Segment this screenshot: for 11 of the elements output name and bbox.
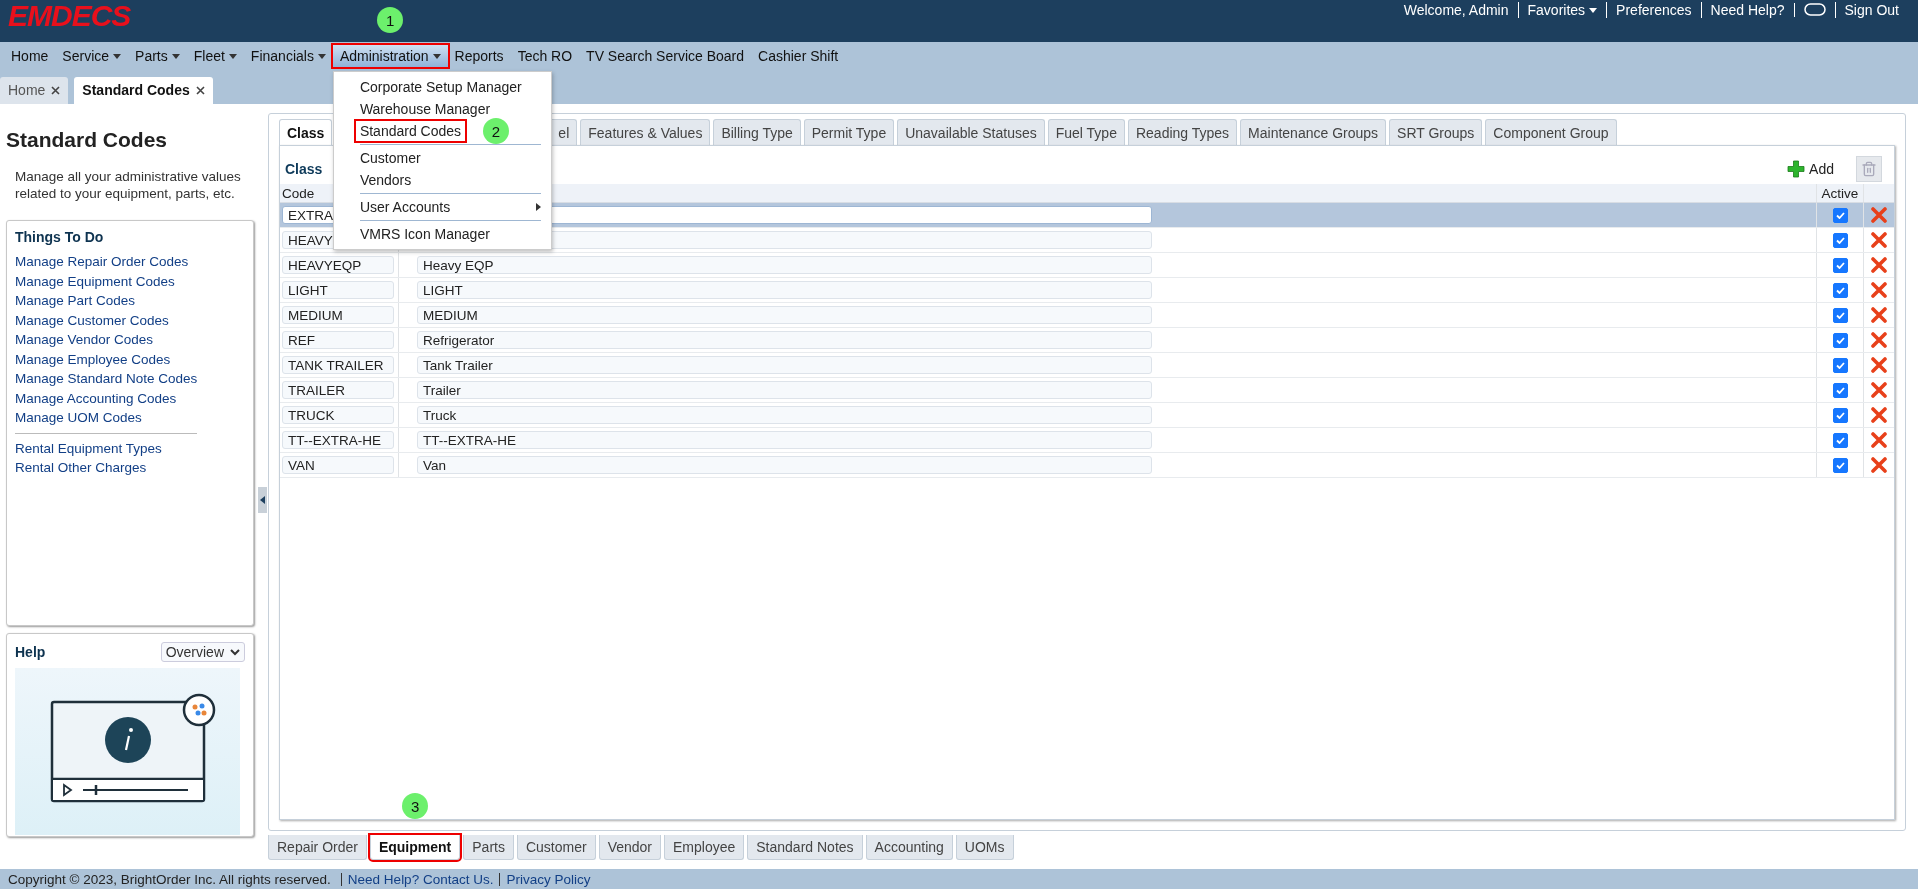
page-description: Manage all your administrative values related to your equipment, parts, etc. <box>15 168 242 202</box>
panel-title: Help <box>15 644 46 660</box>
step-badge: 2 <box>482 118 509 144</box>
welcome-text: Welcome, Admin <box>1402 2 1510 18</box>
logo: EMDECS <box>8 0 131 32</box>
column-header: Active <box>1821 185 1859 201</box>
copyright-text: Copyright © 2023, BrightOrder Inc. All rights reserved. <box>8 871 332 887</box>
panel-title: Class <box>285 161 323 177</box>
page-title: Standard Codes <box>6 128 169 152</box>
column-header: Code <box>282 185 315 201</box>
panel-title: Things To Do <box>15 229 104 245</box>
